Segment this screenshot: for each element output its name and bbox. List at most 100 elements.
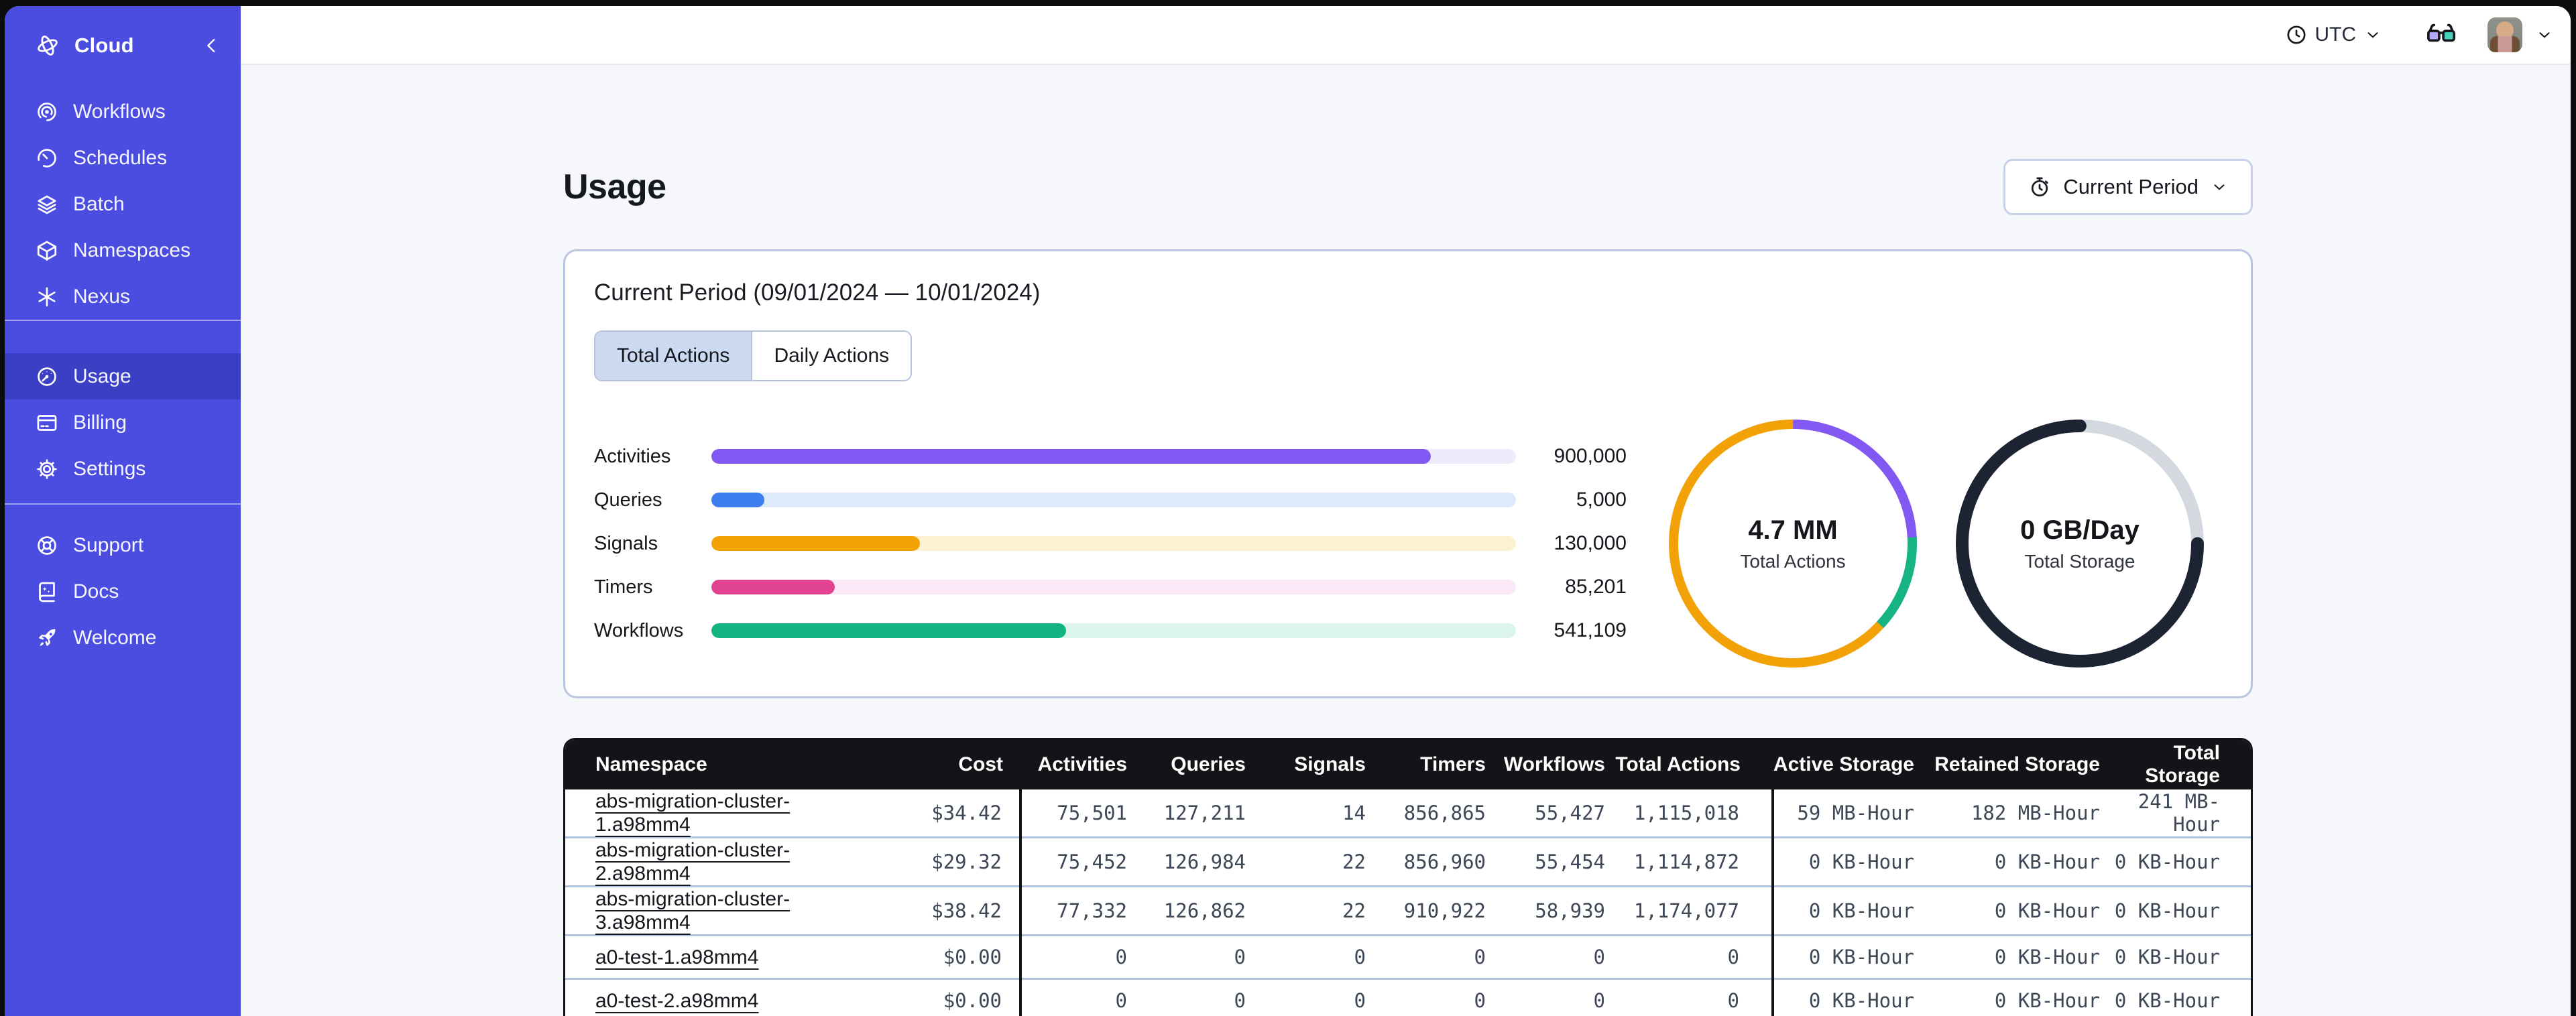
cell-workflows: 0 [1494,978,1613,1016]
bar-row-timers: Timers 85,201 [594,566,1627,609]
sidebar-item-settings[interactable]: Settings [5,446,241,492]
column-header-retained-storage: Retained Storage [1932,740,2108,789]
sidebar-item-label: Workflows [73,100,166,123]
donut-value: 0 GB/Day [2020,515,2140,545]
batch-icon [36,193,58,216]
bar-track [711,580,1516,594]
bar-value: 900,000 [1554,445,1627,467]
donut-center: 0 GB/Day Total Storage [1955,419,2205,668]
bar-value: 541,109 [1554,619,1627,641]
sidebar-item-label: Batch [73,192,125,215]
cell-workflows: 55,454 [1494,836,1613,887]
cell-timers: 856,865 [1374,789,1494,838]
tab-total-actions[interactable]: Total Actions [595,332,752,380]
actions-bar-chart: Activities 900,000 Queries 5,000 Signals 130,… [594,435,1627,653]
period-selector-button[interactable]: Current Period [2003,159,2253,215]
stopwatch-icon [2028,176,2051,198]
page-header: Usage Current Period [563,159,2253,215]
bar-track [711,623,1516,638]
sidebar-item-label: Settings [73,457,146,480]
bar-label: Activities [594,445,671,467]
sidebar-item-billing[interactable]: Billing [5,399,241,446]
bar-label: Workflows [594,619,684,641]
sidebar-item-label: Billing [73,411,127,434]
clock-icon [2285,23,2308,46]
namespace-link[interactable]: a0-test-1.a98mm4 [595,946,758,968]
timezone-chevron-down-icon[interactable] [2364,26,2382,44]
namespace-cell: a0-test-2.a98mm4 [565,978,833,1016]
namespace-link[interactable]: abs-migration-cluster-3.a98mm4 [595,888,790,934]
cell-queries: 126,984 [1135,836,1254,887]
sidebar-item-docs[interactable]: Docs [5,568,241,615]
sidebar-item-workflows[interactable]: Workflows [5,88,241,135]
app-window: Cloud Workflows Schedules Batch Namespaces N… [5,6,2571,1016]
settings-icon [36,458,58,481]
user-avatar[interactable] [2487,17,2522,52]
cell-timers: 910,922 [1374,885,1494,936]
donut-center: 4.7 MM Total Actions [1668,419,1918,668]
cell-total-actions: 1,115,018 [1613,789,1773,838]
namespace-cell: abs-migration-cluster-2.a98mm4 [565,836,833,887]
namespace-link[interactable]: a0-test-2.a98mm4 [595,990,758,1012]
cell-timers: 856,960 [1374,836,1494,887]
period-selector-label: Current Period [2063,175,2199,198]
namespace-cell: a0-test-1.a98mm4 [565,934,833,979]
cell-retained-storage: 0 KB-Hour [1932,836,2108,887]
cell-retained-storage: 0 KB-Hour [1932,934,2108,979]
cell-timers: 0 [1374,934,1494,979]
cell-active-storage: 0 KB-Hour [1771,934,1932,979]
schedules-icon [36,147,58,170]
period-chevron-down-icon [2211,178,2228,196]
namespace-link[interactable]: abs-migration-cluster-1.a98mm4 [595,790,790,836]
namespace-cell: abs-migration-cluster-1.a98mm4 [565,789,833,838]
bar-label: Timers [594,576,653,598]
sidebar-item-support[interactable]: Support [5,522,241,568]
sidebar-item-label: Namespaces [73,239,191,261]
bar-value: 5,000 [1576,489,1627,511]
collapse-sidebar-icon[interactable] [202,36,222,56]
billing-icon [36,411,58,434]
cell-cost: $34.42 [833,789,1020,838]
panel-body: Activities 900,000 Queries 5,000 Signals 130,… [594,419,2222,668]
cell-signals: 22 [1254,836,1374,887]
column-header-workflows: Workflows [1494,740,1613,789]
account-chevron-down-icon[interactable] [2536,26,2553,44]
sidebar-item-usage[interactable]: Usage [5,353,241,399]
cell-activities: 77,332 [1019,885,1135,936]
column-header-cost: Cost [833,740,1020,789]
summary-donuts: 4.7 MM Total Actions 0 GB/Day Total Storage [1668,419,2205,668]
cell-active-storage: 0 KB-Hour [1771,836,1932,887]
cell-signals: 14 [1254,789,1374,838]
bar-track [711,449,1516,464]
sidebar-item-batch[interactable]: Batch [5,181,241,227]
cell-retained-storage: 0 KB-Hour [1932,885,2108,936]
cell-active-storage: 59 MB-Hour [1771,789,1932,838]
column-header-activities: Activities [1020,740,1135,789]
panel-title: Current Period (09/01/2024 — 10/01/2024) [594,279,1041,306]
cell-queries: 0 [1135,978,1254,1016]
column-header-namespace: Namespace [565,740,833,789]
sidebar-item-nexus[interactable]: Nexus [5,273,241,320]
sidebar-item-namespaces[interactable]: Namespaces [5,227,241,273]
cell-cost: $0.00 [833,978,1020,1016]
cell-activities: 75,452 [1019,836,1135,887]
workflows-icon [36,101,58,123]
cell-retained-storage: 182 MB-Hour [1932,789,2108,838]
cell-total-actions: 0 [1613,978,1773,1016]
tab-daily-actions[interactable]: Daily Actions [751,332,911,380]
temporal-logo-icon [36,34,60,58]
sidebar-item-schedules[interactable]: Schedules [5,135,241,181]
cell-signals: 0 [1254,934,1374,979]
sidebar-brand[interactable]: Cloud [5,25,241,66]
sidebar-item-welcome[interactable]: Welcome [5,615,241,661]
column-header-queries: Queries [1135,740,1254,789]
donut-label: Total Actions [1740,550,1846,572]
bar-fill [711,580,835,594]
cell-workflows: 55,427 [1494,789,1613,838]
sidebar-nav: Workflows Schedules Batch Namespaces Nexus Us… [5,88,241,661]
cell-workflows: 58,939 [1494,885,1613,936]
cell-cost: $29.32 [833,836,1020,887]
glasses-icon[interactable] [2426,19,2457,50]
usage-icon [36,365,58,388]
namespace-link[interactable]: abs-migration-cluster-2.a98mm4 [595,839,790,885]
